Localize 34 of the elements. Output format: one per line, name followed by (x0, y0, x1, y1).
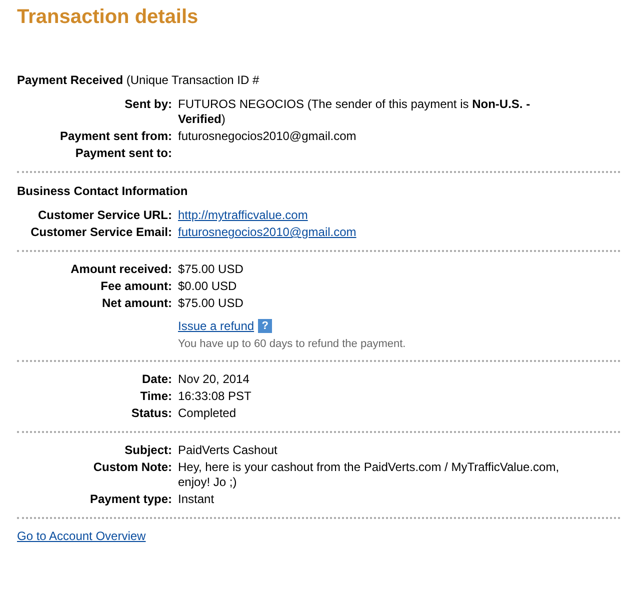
refund-link[interactable]: Issue a refund (178, 319, 254, 333)
field-value: Hey, here is your cashout from the PaidVerts.com / MyTrafficValue.com, enjoy! Jo ;) (178, 460, 560, 490)
field-value: FUTUROS NEGOCIOS (The sender of this payment is Non-U.S. - Verified) (178, 97, 532, 127)
page-title: Transaction details (17, 5, 200, 30)
refund-note: You have up to 60 days to refund the payment. (178, 338, 407, 350)
section-heading: Payment Received (Unique Transaction ID # (17, 72, 260, 88)
field-label: Subject: (124, 443, 172, 458)
field-label: Customer Service Email: (30, 225, 172, 240)
field-label: Customer Service URL: (36, 208, 172, 223)
section-heading: Business Contact Information (17, 183, 189, 199)
field-label: Custom Note: (92, 460, 172, 476)
field-label: Date: (140, 372, 172, 387)
field-label: Sent by: (124, 97, 172, 113)
help-icon[interactable]: ? (258, 319, 272, 333)
field-label: Fee amount: (100, 279, 172, 294)
field-value: Nov 20, 2014 (178, 372, 250, 387)
account-overview-link[interactable]: Go to Account Overview (17, 529, 146, 543)
contact-link[interactable]: futurosnegocios2010@gmail.com (178, 225, 356, 239)
field-value: 16:33:08 PST (178, 389, 252, 404)
field-label: Amount received: (70, 262, 172, 277)
field-value: $0.00 USD (178, 279, 238, 294)
field-label: Payment sent from: (58, 129, 172, 144)
field-value: Completed (178, 406, 238, 421)
field-value: PaidVerts Cashout (178, 443, 278, 458)
field-value: Instant (178, 492, 216, 507)
field-label: Payment type: (88, 492, 172, 507)
contact-link[interactable]: http://mytrafficvalue.com (178, 208, 308, 222)
field-value: $75.00 USD (178, 296, 244, 311)
field-value: futurosnegocios2010@gmail.com (178, 129, 358, 144)
field-label: Payment sent to: (74, 146, 172, 161)
field-value: $75.00 USD (178, 262, 244, 277)
field-label: Time: (139, 389, 172, 404)
field-label: Net amount: (101, 296, 172, 311)
field-label: Status: (130, 406, 172, 421)
